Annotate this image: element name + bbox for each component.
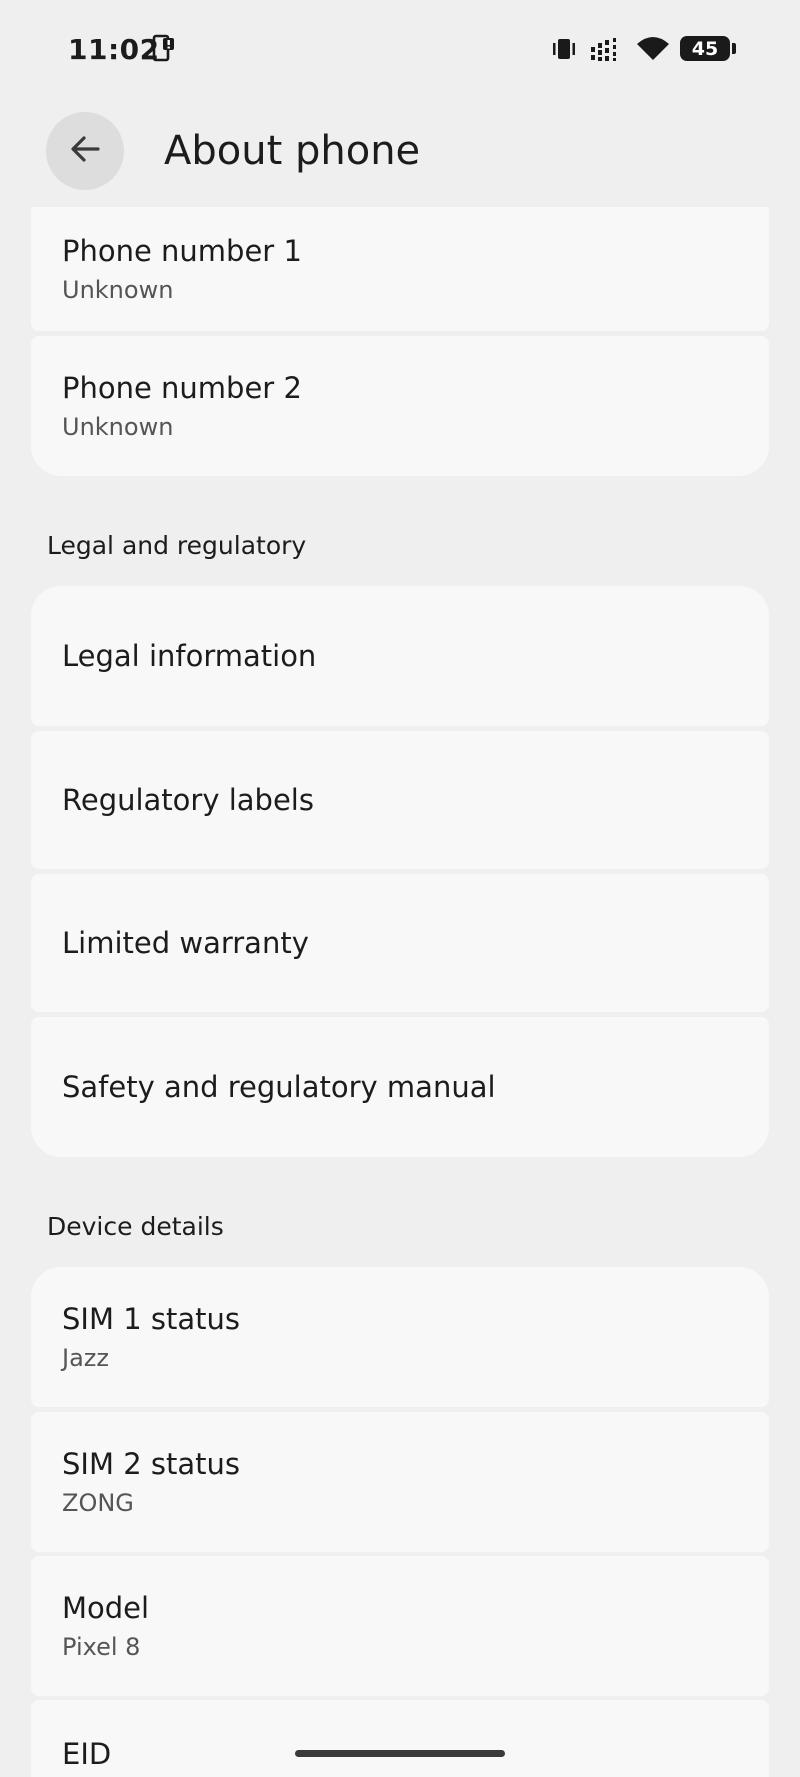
portrait-phone-icon (152, 34, 176, 68)
item-subtitle: Jazz (62, 1344, 109, 1372)
status-bar: 11:02 45 (0, 0, 800, 100)
back-button[interactable] (46, 112, 124, 190)
battery-level: 45 (691, 37, 719, 60)
list-item-phone-number-1[interactable]: Phone number 1 Unknown (31, 207, 769, 331)
item-title: Model (62, 1591, 150, 1625)
app-bar: About phone (0, 110, 800, 200)
battery-icon: 45 (680, 36, 730, 61)
item-title: Phone number 2 (62, 371, 302, 405)
item-title: SIM 2 status (62, 1447, 240, 1481)
signal-icon (590, 37, 622, 67)
item-subtitle: Unknown (62, 413, 174, 441)
section-header-legal: Legal and regulatory (47, 531, 307, 560)
list-item-limited-warranty[interactable]: Limited warranty (31, 874, 769, 1012)
item-title: Safety and regulatory manual (62, 1070, 496, 1104)
home-indicator[interactable] (295, 1750, 505, 1757)
item-subtitle: Pixel 8 (62, 1633, 141, 1661)
item-title: Regulatory labels (62, 783, 314, 817)
wifi-icon (636, 36, 670, 66)
list-item-sim2-status[interactable]: SIM 2 status ZONG (31, 1412, 769, 1552)
list-item-phone-number-2[interactable]: Phone number 2 Unknown (31, 336, 769, 476)
list-item-regulatory-labels[interactable]: Regulatory labels (31, 731, 769, 869)
item-title: Phone number 1 (62, 234, 302, 268)
list-item-legal-information[interactable]: Legal information (31, 586, 769, 726)
battery-tip (732, 43, 736, 54)
list-item-safety-manual[interactable]: Safety and regulatory manual (31, 1017, 769, 1157)
item-subtitle: ZONG (62, 1489, 134, 1517)
section-header-device: Device details (47, 1212, 224, 1241)
item-title: SIM 1 status (62, 1302, 240, 1336)
item-title: Legal information (62, 639, 317, 673)
page-title: About phone (164, 128, 421, 174)
vibrate-icon (551, 38, 577, 64)
list-item-eid[interactable]: EID (31, 1700, 769, 1777)
item-title: Limited warranty (62, 926, 309, 960)
list-item-sim1-status[interactable]: SIM 1 status Jazz (31, 1267, 769, 1407)
list-item-model[interactable]: Model Pixel 8 (31, 1556, 769, 1696)
back-arrow-icon (68, 132, 102, 170)
status-time: 11:02 (68, 33, 160, 66)
item-subtitle: Unknown (62, 276, 174, 304)
